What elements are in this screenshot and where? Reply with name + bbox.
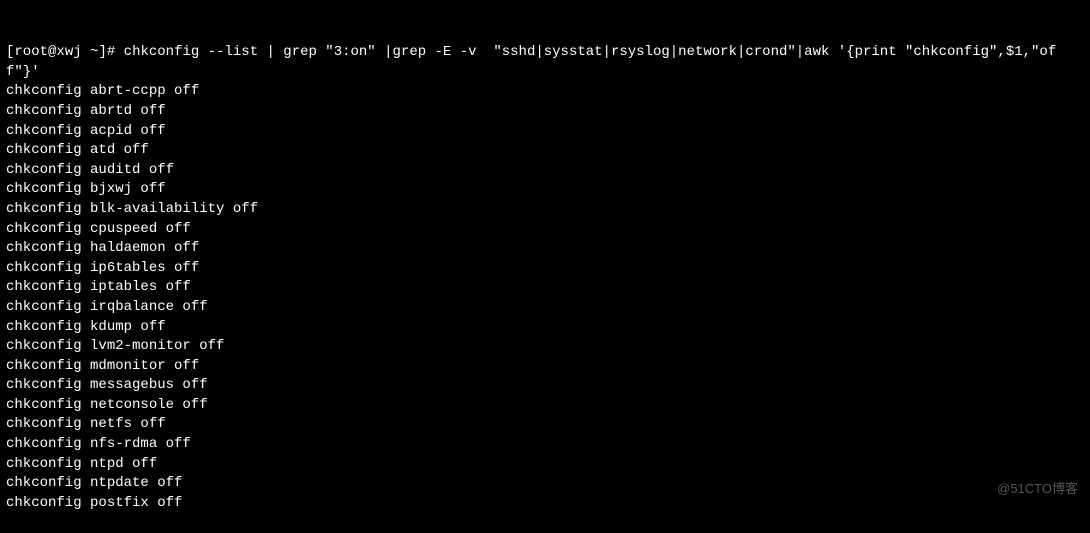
output-line: chkconfig haldaemon off <box>6 239 1084 259</box>
prompt-suffix: ] <box>98 44 106 60</box>
output-line: chkconfig ip6tables off <box>6 259 1084 279</box>
output-line: chkconfig netconsole off <box>6 396 1084 416</box>
command-prompt-line: [root@xwj ~]# chkconfig --list | grep "3… <box>6 43 1084 82</box>
output-line: chkconfig auditd off <box>6 161 1084 181</box>
output-line: chkconfig ntpdate off <box>6 474 1084 494</box>
output-line: chkconfig cpuspeed off <box>6 220 1084 240</box>
output-line: chkconfig blk-availability off <box>6 200 1084 220</box>
output-line: chkconfig abrt-ccpp off <box>6 82 1084 102</box>
output-line: chkconfig netfs off <box>6 415 1084 435</box>
output-line: chkconfig kdump off <box>6 318 1084 338</box>
output-line: chkconfig ntpd off <box>6 455 1084 475</box>
output-line: chkconfig acpid off <box>6 122 1084 142</box>
output-line: chkconfig iptables off <box>6 278 1084 298</box>
output-line: chkconfig abrtd off <box>6 102 1084 122</box>
watermark-text: @51CTO博客 <box>997 480 1078 498</box>
output-line: chkconfig nfs-rdma off <box>6 435 1084 455</box>
output-line: chkconfig bjxwj off <box>6 180 1084 200</box>
output-line: chkconfig lvm2-monitor off <box>6 337 1084 357</box>
output-line: chkconfig postfix off <box>6 494 1084 514</box>
terminal-output: [root@xwj ~]# chkconfig --list | grep "3… <box>6 4 1084 533</box>
command-text: chkconfig --list | grep "3:on" |grep -E … <box>6 44 1056 80</box>
output-line: chkconfig irqbalance off <box>6 298 1084 318</box>
prompt-symbol: # <box>107 44 115 60</box>
output-line: chkconfig mdmonitor off <box>6 357 1084 377</box>
prompt-host: xwj <box>56 44 81 60</box>
output-line: chkconfig atd off <box>6 141 1084 161</box>
output-line: chkconfig messagebus off <box>6 376 1084 396</box>
prompt-user: root <box>14 44 48 60</box>
